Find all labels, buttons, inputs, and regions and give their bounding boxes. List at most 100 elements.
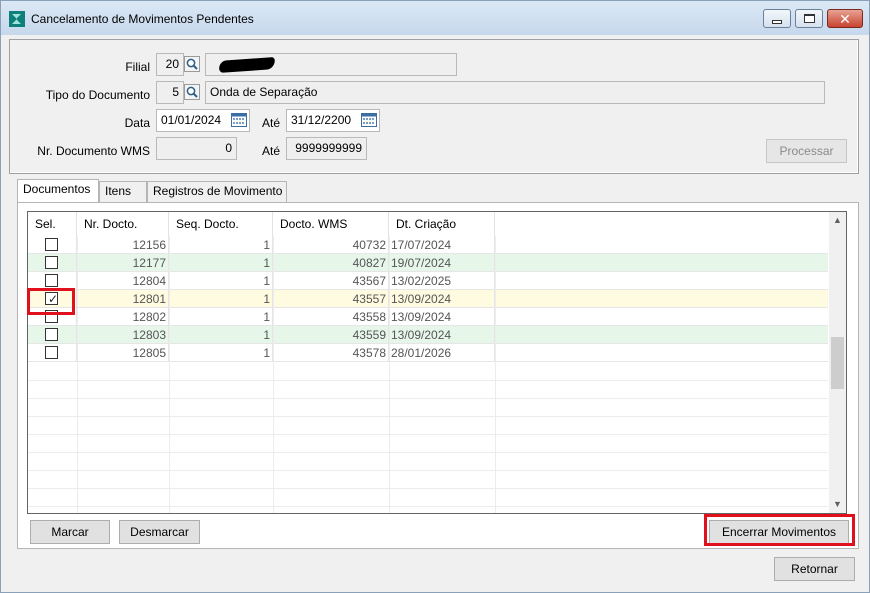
cell-seq: 1 xyxy=(169,344,273,362)
column-header-nr-docto[interactable]: Nr. Docto. xyxy=(77,212,169,236)
maximize-button[interactable] xyxy=(795,9,823,28)
column-header-docto-wms[interactable]: Docto. WMS xyxy=(273,212,389,236)
empty-grid-line xyxy=(28,470,828,471)
data-to-calendar-icon[interactable] xyxy=(361,113,377,127)
table-row[interactable]: 12156 1 40732 17/07/2024 xyxy=(28,236,828,254)
empty-grid-line xyxy=(28,506,828,507)
scroll-up-icon[interactable]: ▲ xyxy=(829,212,846,229)
column-header-sel[interactable]: Sel. xyxy=(28,212,77,236)
cell-date: 28/01/2026 xyxy=(389,344,495,362)
close-icon: ✕ xyxy=(839,10,851,27)
tipo-magnifier-icon[interactable] xyxy=(184,84,200,100)
nr-documento-to-field[interactable]: 9999999999 xyxy=(286,137,367,160)
column-header-dt-criacao[interactable]: Dt. Criação xyxy=(389,212,495,236)
main-window: Cancelamento de Movimentos Pendentes ✕ F… xyxy=(0,0,870,593)
tipo-code-field[interactable]: 5 xyxy=(156,81,184,104)
title-bar[interactable]: Cancelamento de Movimentos Pendentes ✕ xyxy=(1,1,869,35)
cell-nr: 12801 xyxy=(77,290,169,308)
grid-header: Sel. Nr. Docto. Seq. Docto. Docto. WMS D… xyxy=(28,212,828,236)
row-checkbox[interactable] xyxy=(45,274,58,287)
empty-grid-line xyxy=(28,398,828,399)
empty-grid-line xyxy=(28,452,828,453)
cell-nr: 12802 xyxy=(77,308,169,326)
row-select-cell[interactable] xyxy=(28,236,77,254)
grid-vertical-scrollbar[interactable]: ▲ ▼ xyxy=(829,212,846,513)
cell-seq: 1 xyxy=(169,272,273,290)
cell-date: 13/02/2025 xyxy=(389,272,495,290)
tab-registros-movimento[interactable]: Registros de Movimento xyxy=(147,181,287,202)
cell-nr: 12803 xyxy=(77,326,169,344)
cell-wms: 43557 xyxy=(273,290,389,308)
cell-wms: 40732 xyxy=(273,236,389,254)
grid-column-divider xyxy=(169,236,170,513)
encerrar-button-highlight xyxy=(704,514,855,546)
cell-seq: 1 xyxy=(169,254,273,272)
nr-documento-ate-label: Até xyxy=(261,144,280,158)
close-button[interactable]: ✕ xyxy=(827,9,863,28)
row-checkbox[interactable] xyxy=(45,256,58,269)
retornar-button[interactable]: Retornar xyxy=(774,557,855,581)
maximize-icon xyxy=(803,14,815,23)
filter-panel: Filial 20 Tipo do Documento 5 Onda de Se… xyxy=(9,39,859,174)
scroll-down-icon[interactable]: ▼ xyxy=(829,496,846,513)
cell-date: 13/09/2024 xyxy=(389,290,495,308)
cell-wms: 43567 xyxy=(273,272,389,290)
tab-documentos[interactable]: Documentos xyxy=(17,179,99,202)
cell-seq: 1 xyxy=(169,290,273,308)
row-select-cell[interactable] xyxy=(28,326,77,344)
cell-wms: 43578 xyxy=(273,344,389,362)
grid-column-divider xyxy=(495,236,496,513)
empty-grid-line xyxy=(28,416,828,417)
row-checkbox[interactable] xyxy=(45,238,58,251)
empty-grid-line xyxy=(28,488,828,489)
tab-itens[interactable]: Itens xyxy=(99,181,147,202)
cell-seq: 1 xyxy=(169,326,273,344)
table-row[interactable]: 12804 1 43567 13/02/2025 xyxy=(28,272,828,290)
cell-wms: 43558 xyxy=(273,308,389,326)
data-label: Data xyxy=(124,116,150,130)
table-row[interactable]: ✓ 12801 1 43557 13/09/2024 xyxy=(28,290,828,308)
table-row[interactable]: 12805 1 43578 28/01/2026 xyxy=(28,344,828,362)
cell-nr: 12804 xyxy=(77,272,169,290)
column-header-seq-docto[interactable]: Seq. Docto. xyxy=(169,212,273,236)
marcar-button[interactable]: Marcar xyxy=(30,520,110,544)
minimize-icon xyxy=(772,19,782,24)
row-checkbox[interactable] xyxy=(45,346,58,359)
nr-documento-from-field[interactable]: 0 xyxy=(156,137,237,160)
cell-wms: 43559 xyxy=(273,326,389,344)
cell-seq: 1 xyxy=(169,308,273,326)
cell-date: 17/07/2024 xyxy=(389,236,495,254)
documents-grid[interactable]: Sel. Nr. Docto. Seq. Docto. Docto. WMS D… xyxy=(27,211,847,514)
row-select-cell[interactable] xyxy=(28,344,77,362)
scroll-thumb[interactable] xyxy=(831,337,844,389)
cell-date: 19/07/2024 xyxy=(389,254,495,272)
filial-code-field[interactable]: 20 xyxy=(156,53,184,76)
table-row[interactable]: 12177 1 40827 19/07/2024 xyxy=(28,254,828,272)
cell-wms: 40827 xyxy=(273,254,389,272)
tipo-documento-label: Tipo do Documento xyxy=(45,88,150,102)
data-from-calendar-icon[interactable] xyxy=(231,113,247,127)
nr-documento-label: Nr. Documento WMS xyxy=(37,144,150,158)
minimize-button[interactable] xyxy=(763,9,791,28)
processar-button[interactable]: Processar xyxy=(766,139,847,163)
grid-column-divider xyxy=(273,236,274,513)
selected-checkbox-highlight xyxy=(27,288,75,315)
grid-column-divider xyxy=(77,236,78,513)
empty-grid-line xyxy=(28,434,828,435)
desmarcar-button[interactable]: Desmarcar xyxy=(119,520,200,544)
empty-grid-line xyxy=(28,380,828,381)
grid-column-divider xyxy=(389,236,390,513)
row-checkbox[interactable] xyxy=(45,328,58,341)
app-logo-icon xyxy=(9,11,25,27)
filial-magnifier-icon[interactable] xyxy=(184,56,200,72)
cell-seq: 1 xyxy=(169,236,273,254)
table-row[interactable]: 12803 1 43559 13/09/2024 xyxy=(28,326,828,344)
table-row[interactable]: 12802 1 43558 13/09/2024 xyxy=(28,308,828,326)
cell-nr: 12156 xyxy=(77,236,169,254)
filial-label: Filial xyxy=(125,60,150,74)
cell-nr: 12805 xyxy=(77,344,169,362)
cell-date: 13/09/2024 xyxy=(389,308,495,326)
data-ate-label: Até xyxy=(261,116,280,130)
window-title: Cancelamento de Movimentos Pendentes xyxy=(31,12,254,26)
row-select-cell[interactable] xyxy=(28,254,77,272)
